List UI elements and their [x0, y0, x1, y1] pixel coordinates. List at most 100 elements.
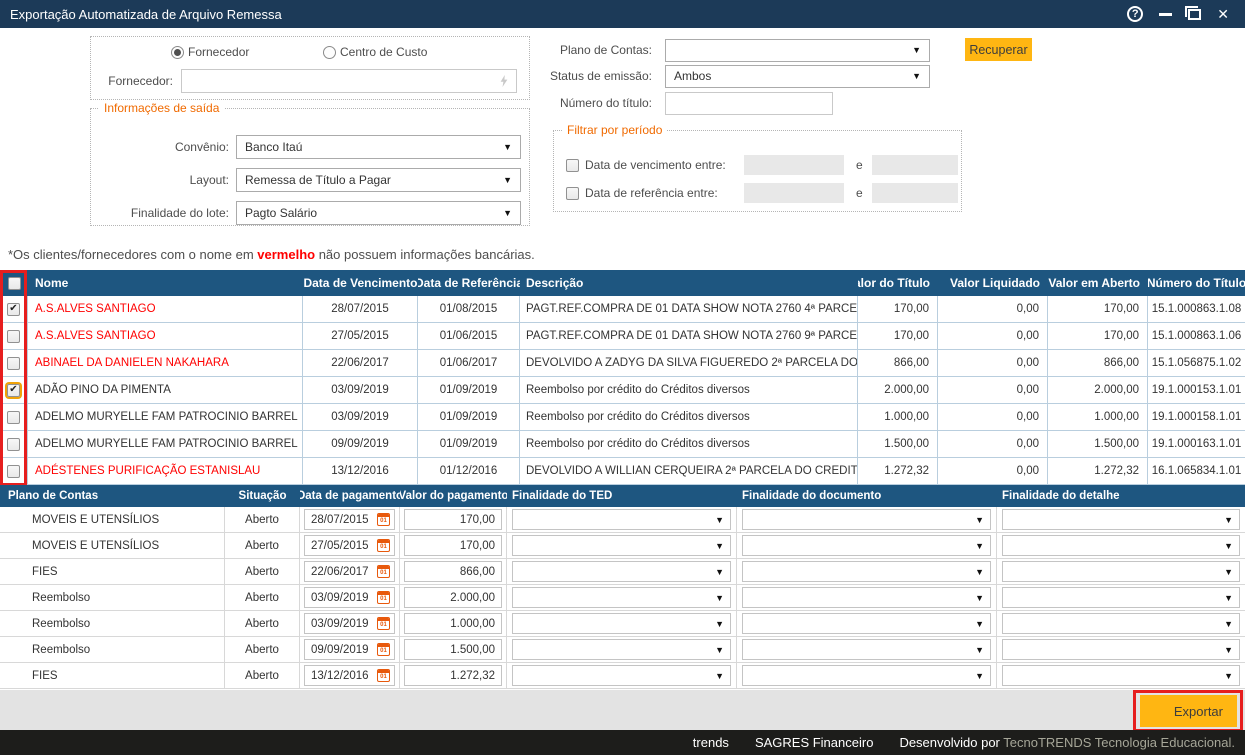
finalidade-lote-select[interactable]: Pagto Salário ▼ — [236, 201, 521, 225]
chevron-down-icon: ▼ — [1224, 671, 1233, 681]
plano-contas-select[interactable]: ▼ — [665, 39, 930, 62]
finalidade-documento-select[interactable]: ▼ — [742, 613, 991, 634]
calendar-icon[interactable]: 01 — [377, 643, 390, 656]
vencimento-filter-checkbox[interactable] — [566, 159, 579, 172]
payments-table-row: MOVEIS E UTENSÍLIOS Aberto 27/05/2015 01… — [0, 533, 1245, 559]
recuperar-button[interactable]: Recuperar — [965, 38, 1032, 61]
finalidade-ted-select[interactable]: ▼ — [512, 665, 731, 686]
row-checkbox[interactable] — [7, 411, 20, 424]
calendar-icon[interactable]: 01 — [377, 565, 390, 578]
select-all-checkbox[interactable] — [8, 277, 21, 290]
cell-nome: ADELMO MURYELLE FAM PATROCINIO BARREL — [28, 404, 303, 430]
titles-table-row[interactable]: ADÉSTENES PURIFICAÇÃO ESTANISLAU 13/12/2… — [0, 458, 1245, 485]
finalidade-detalhe-select[interactable]: ▼ — [1002, 639, 1240, 660]
layout-select[interactable]: Remessa de Título a Pagar ▼ — [236, 168, 521, 192]
finalidade-documento-select[interactable]: ▼ — [742, 509, 991, 530]
status-emissao-select[interactable]: Ambos ▼ — [665, 65, 930, 88]
data-pagamento-input[interactable]: 28/07/2015 01 — [304, 509, 395, 530]
minimize-icon[interactable] — [1159, 13, 1172, 16]
convenio-label: Convênio: — [91, 140, 229, 154]
exportar-button[interactable]: Exportar — [1140, 695, 1237, 727]
finalidade-ted-select[interactable]: ▼ — [512, 561, 731, 582]
close-icon[interactable]: ✕ — [1217, 6, 1229, 23]
cell-valor-liquidado: 0,00 — [938, 296, 1048, 322]
valor-pagamento-input[interactable]: 1.272,32 — [404, 665, 502, 686]
data-pagamento-input[interactable]: 03/09/2019 01 — [304, 587, 395, 608]
valor-pagamento-input[interactable]: 2.000,00 — [404, 587, 502, 608]
valor-pagamento-input[interactable]: 866,00 — [404, 561, 502, 582]
calendar-icon[interactable]: 01 — [377, 669, 390, 682]
convenio-select[interactable]: Banco Itaú ▼ — [236, 135, 521, 159]
finalidade-detalhe-select[interactable]: ▼ — [1002, 509, 1240, 530]
col-header-valor-liquidado[interactable]: Valor Liquidado — [938, 270, 1048, 296]
finalidade-ted-select[interactable]: ▼ — [512, 613, 731, 634]
col-header-referencia[interactable]: Data de Referência — [418, 270, 520, 296]
data-pagamento-input[interactable]: 13/12/2016 01 — [304, 665, 395, 686]
calendar-icon[interactable]: 01 — [377, 617, 390, 630]
layout-label: Layout: — [91, 173, 229, 187]
row-checkbox[interactable] — [7, 438, 20, 451]
row-checkbox[interactable] — [7, 303, 20, 316]
cell-nome: ADÉSTENES PURIFICAÇÃO ESTANISLAU — [28, 458, 303, 484]
radio-fornecedor[interactable]: Fornecedor — [171, 45, 249, 59]
titles-table-row[interactable]: ADÃO PINO DA PIMENTA 03/09/2019 01/09/20… — [0, 377, 1245, 404]
valor-pagamento-input[interactable]: 1.000,00 — [404, 613, 502, 634]
valor-pagamento-value: 170,00 — [460, 514, 495, 526]
finalidade-documento-select[interactable]: ▼ — [742, 561, 991, 582]
radio-centro-circle[interactable] — [323, 46, 336, 59]
radio-fornecedor-circle[interactable] — [171, 46, 184, 59]
referencia-to-input[interactable] — [872, 183, 958, 203]
finalidade-detalhe-select[interactable]: ▼ — [1002, 587, 1240, 608]
col-header-numero-titulo[interactable]: Número do Título — [1148, 270, 1245, 296]
finalidade-detalhe-select[interactable]: ▼ — [1002, 665, 1240, 686]
finalidade-ted-select[interactable]: ▼ — [512, 509, 731, 530]
finalidade-documento-select[interactable]: ▼ — [742, 587, 991, 608]
cell-descricao: DEVOLVIDO A WILLIAN CERQUEIRA 2ª PARCELA… — [520, 458, 858, 484]
titles-table-row[interactable]: A.S.ALVES SANTIAGO 28/07/2015 01/08/2015… — [0, 296, 1245, 323]
data-pagamento-input[interactable]: 03/09/2019 01 — [304, 613, 395, 634]
calendar-icon[interactable]: 01 — [377, 539, 390, 552]
finalidade-detalhe-select[interactable]: ▼ — [1002, 535, 1240, 556]
maximize-icon[interactable] — [1188, 9, 1201, 20]
fornecedor-fieldset: Fornecedor Centro de Custo Fornecedor: — [90, 36, 530, 100]
finalidade-ted-select[interactable]: ▼ — [512, 587, 731, 608]
row-checkbox[interactable] — [7, 330, 20, 343]
titles-table-row[interactable]: ADELMO MURYELLE FAM PATROCINIO BARREL 09… — [0, 431, 1245, 458]
finalidade-ted-select[interactable]: ▼ — [512, 535, 731, 556]
vencimento-from-input[interactable] — [744, 155, 844, 175]
col-header-descricao[interactable]: Descrição — [520, 270, 858, 296]
finalidade-detalhe-select[interactable]: ▼ — [1002, 561, 1240, 582]
vencimento-to-input[interactable] — [872, 155, 958, 175]
referencia-filter-checkbox[interactable] — [566, 187, 579, 200]
fornecedor-input[interactable] — [181, 69, 517, 93]
payments-table-row: FIES Aberto 13/12/2016 01 1.272,32 ▼ ▼ ▼ — [0, 663, 1245, 689]
row-checkbox[interactable] — [7, 357, 20, 370]
col-header-nome[interactable]: Nome — [28, 270, 303, 296]
payments-table-row: Reembolso Aberto 03/09/2019 01 1.000,00 … — [0, 611, 1245, 637]
referencia-from-input[interactable] — [744, 183, 844, 203]
help-icon[interactable]: ? — [1127, 6, 1143, 22]
valor-pagamento-input[interactable]: 170,00 — [404, 535, 502, 556]
numero-titulo-input[interactable] — [665, 92, 833, 115]
calendar-icon[interactable]: 01 — [377, 591, 390, 604]
titles-table-row[interactable]: A.S.ALVES SANTIAGO 27/05/2015 01/06/2015… — [0, 323, 1245, 350]
data-pagamento-input[interactable]: 22/06/2017 01 — [304, 561, 395, 582]
titles-table-row[interactable]: ABINAEL DA DANIELEN NAKAHARA 22/06/2017 … — [0, 350, 1245, 377]
finalidade-documento-select[interactable]: ▼ — [742, 535, 991, 556]
row-checkbox[interactable] — [7, 384, 20, 397]
data-pagamento-input[interactable]: 09/09/2019 01 — [304, 639, 395, 660]
finalidade-detalhe-select[interactable]: ▼ — [1002, 613, 1240, 634]
radio-centro-de-custo[interactable]: Centro de Custo — [323, 45, 427, 59]
row-checkbox[interactable] — [7, 465, 20, 478]
valor-pagamento-input[interactable]: 170,00 — [404, 509, 502, 530]
col-header-vencimento[interactable]: Data de Vencimento — [303, 270, 418, 296]
titles-table-row[interactable]: ADELMO MURYELLE FAM PATROCINIO BARREL 03… — [0, 404, 1245, 431]
finalidade-documento-select[interactable]: ▼ — [742, 665, 991, 686]
valor-pagamento-input[interactable]: 1.500,00 — [404, 639, 502, 660]
data-pagamento-input[interactable]: 27/05/2015 01 — [304, 535, 395, 556]
col-header-valor-aberto[interactable]: Valor em Aberto — [1048, 270, 1148, 296]
calendar-icon[interactable]: 01 — [377, 513, 390, 526]
col-header-valor-titulo[interactable]: Valor do Título — [858, 270, 938, 296]
finalidade-documento-select[interactable]: ▼ — [742, 639, 991, 660]
finalidade-ted-select[interactable]: ▼ — [512, 639, 731, 660]
